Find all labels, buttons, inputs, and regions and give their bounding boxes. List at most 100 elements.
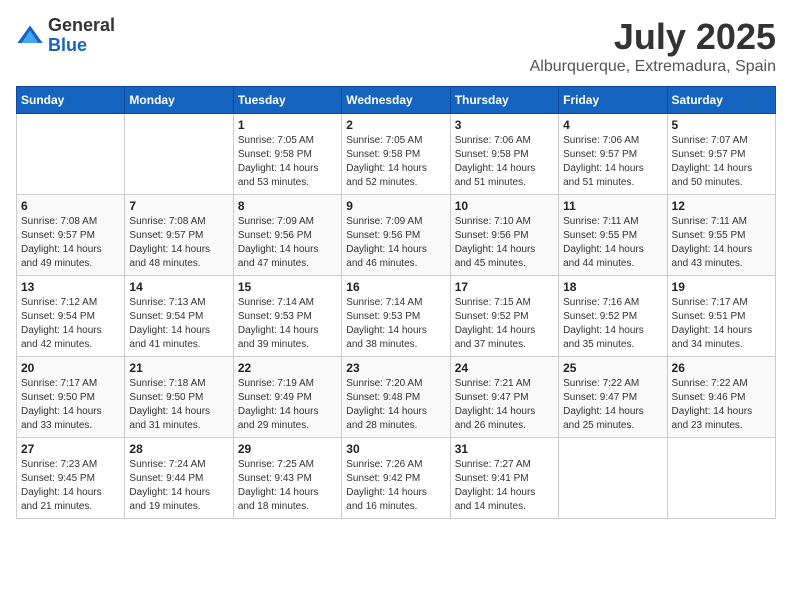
day-detail: Sunrise: 7:20 AM Sunset: 9:48 PM Dayligh… [346, 377, 445, 433]
day-number: 14 [129, 280, 228, 294]
day-number: 7 [129, 199, 228, 213]
calendar-cell [17, 114, 125, 195]
day-number: 27 [21, 442, 120, 456]
day-detail: Sunrise: 7:08 AM Sunset: 9:57 PM Dayligh… [129, 215, 228, 271]
calendar-header-saturday: Saturday [667, 87, 775, 114]
day-number: 12 [672, 199, 771, 213]
day-detail: Sunrise: 7:19 AM Sunset: 9:49 PM Dayligh… [238, 377, 337, 433]
day-detail: Sunrise: 7:08 AM Sunset: 9:57 PM Dayligh… [21, 215, 120, 271]
calendar-cell: 2 Sunrise: 7:05 AM Sunset: 9:58 PM Daylig… [342, 114, 450, 195]
day-number: 18 [563, 280, 662, 294]
day-number: 20 [21, 361, 120, 375]
calendar-cell: 8Sunrise: 7:09 AM Sunset: 9:56 PM Daylig… [233, 195, 341, 276]
calendar-cell: 20 Sunrise: 7:17 AM Sunset: 9:50 PM Dayli… [17, 357, 125, 438]
main-title: July 2025 [530, 16, 776, 58]
calendar-cell: 4 Sunrise: 7:06 AM Sunset: 9:57 PM Daylig… [559, 114, 667, 195]
calendar-cell: 21 Sunrise: 7:18 AM Sunset: 9:50 PM Dayli… [125, 357, 233, 438]
day-number: 21 [129, 361, 228, 375]
calendar-cell: 6 Sunrise: 7:08 AM Sunset: 9:57 PM Daylig… [17, 195, 125, 276]
day-detail: Sunrise: 7:25 AM Sunset: 9:43 PM Dayligh… [238, 458, 337, 514]
calendar-header-tuesday: Tuesday [233, 87, 341, 114]
day-number: 19 [672, 280, 771, 294]
logo-icon [16, 22, 44, 50]
day-number: 11 [563, 199, 662, 213]
day-detail: Sunrise: 7:06 AM Sunset: 9:58 PM Dayligh… [455, 134, 554, 190]
day-number: 3 [455, 118, 554, 132]
title-block: July 2025 Alburquerque, Extremadura, Spa… [530, 16, 776, 76]
day-number: 2 [346, 118, 445, 132]
day-detail: Sunrise: 7:17 AM Sunset: 9:50 PM Dayligh… [21, 377, 120, 433]
calendar-cell: 5Sunrise: 7:07 AM Sunset: 9:57 PM Daylig… [667, 114, 775, 195]
calendar-cell: 11 Sunrise: 7:11 AM Sunset: 9:55 PM Dayli… [559, 195, 667, 276]
calendar-cell: 15 Sunrise: 7:14 AM Sunset: 9:53 PM Dayli… [233, 276, 341, 357]
calendar-cell: 12 Sunrise: 7:11 AM Sunset: 9:55 PM Dayli… [667, 195, 775, 276]
day-number: 16 [346, 280, 445, 294]
day-number: 23 [346, 361, 445, 375]
day-detail: Sunrise: 7:10 AM Sunset: 9:56 PM Dayligh… [455, 215, 554, 271]
header: General Blue July 2025 Alburquerque, Ext… [16, 16, 776, 76]
calendar-cell: 1 Sunrise: 7:05 AM Sunset: 9:58 PM Daylig… [233, 114, 341, 195]
day-detail: Sunrise: 7:16 AM Sunset: 9:52 PM Dayligh… [563, 296, 662, 352]
day-detail: Sunrise: 7:12 AM Sunset: 9:54 PM Dayligh… [21, 296, 120, 352]
calendar-cell: 7 Sunrise: 7:08 AM Sunset: 9:57 PM Daylig… [125, 195, 233, 276]
calendar-week-3: 13 Sunrise: 7:12 AM Sunset: 9:54 PM Dayli… [17, 276, 776, 357]
day-detail: Sunrise: 7:11 AM Sunset: 9:55 PM Dayligh… [563, 215, 662, 271]
day-detail: Sunrise: 7:06 AM Sunset: 9:57 PM Dayligh… [563, 134, 662, 190]
calendar-cell: 13 Sunrise: 7:12 AM Sunset: 9:54 PM Dayli… [17, 276, 125, 357]
logo-text: General Blue [48, 16, 115, 56]
calendar-header-row: SundayMondayTuesdayWednesdayThursdayFrid… [17, 87, 776, 114]
calendar-cell [667, 438, 775, 519]
calendar-cell: 27 Sunrise: 7:23 AM Sunset: 9:45 PM Dayli… [17, 438, 125, 519]
day-detail: Sunrise: 7:11 AM Sunset: 9:55 PM Dayligh… [672, 215, 771, 271]
day-number: 13 [21, 280, 120, 294]
day-detail: Sunrise: 7:17 AM Sunset: 9:51 PM Dayligh… [672, 296, 771, 352]
day-number: 9 [346, 199, 445, 213]
calendar-cell: 18 Sunrise: 7:16 AM Sunset: 9:52 PM Dayli… [559, 276, 667, 357]
day-detail: Sunrise: 7:13 AM Sunset: 9:54 PM Dayligh… [129, 296, 228, 352]
day-detail: Sunrise: 7:22 AM Sunset: 9:47 PM Dayligh… [563, 377, 662, 433]
day-detail: Sunrise: 7:23 AM Sunset: 9:45 PM Dayligh… [21, 458, 120, 514]
day-number: 29 [238, 442, 337, 456]
day-number: 31 [455, 442, 554, 456]
calendar-cell: 31 Sunrise: 7:27 AM Sunset: 9:41 PM Dayli… [450, 438, 558, 519]
calendar-header-friday: Friday [559, 87, 667, 114]
day-detail: Sunrise: 7:18 AM Sunset: 9:50 PM Dayligh… [129, 377, 228, 433]
calendar-cell: 26Sunrise: 7:22 AM Sunset: 9:46 PM Dayli… [667, 357, 775, 438]
calendar-cell: 23 Sunrise: 7:20 AM Sunset: 9:48 PM Dayli… [342, 357, 450, 438]
day-detail: Sunrise: 7:14 AM Sunset: 9:53 PM Dayligh… [238, 296, 337, 352]
subtitle: Alburquerque, Extremadura, Spain [530, 58, 776, 76]
day-number: 1 [238, 118, 337, 132]
calendar-week-2: 6 Sunrise: 7:08 AM Sunset: 9:57 PM Daylig… [17, 195, 776, 276]
calendar-cell: 16 Sunrise: 7:14 AM Sunset: 9:53 PM Dayli… [342, 276, 450, 357]
day-detail: Sunrise: 7:14 AM Sunset: 9:53 PM Dayligh… [346, 296, 445, 352]
day-detail: Sunrise: 7:24 AM Sunset: 9:44 PM Dayligh… [129, 458, 228, 514]
calendar-header-monday: Monday [125, 87, 233, 114]
day-number: 17 [455, 280, 554, 294]
day-detail: Sunrise: 7:05 AM Sunset: 9:58 PM Dayligh… [346, 134, 445, 190]
calendar-header-wednesday: Wednesday [342, 87, 450, 114]
calendar-cell: 9 Sunrise: 7:09 AM Sunset: 9:56 PM Daylig… [342, 195, 450, 276]
calendar-cell: 30 Sunrise: 7:26 AM Sunset: 9:42 PM Dayli… [342, 438, 450, 519]
calendar-cell: 10Sunrise: 7:10 AM Sunset: 9:56 PM Dayli… [450, 195, 558, 276]
calendar-cell: 19 Sunrise: 7:17 AM Sunset: 9:51 PM Dayli… [667, 276, 775, 357]
day-detail: Sunrise: 7:15 AM Sunset: 9:52 PM Dayligh… [455, 296, 554, 352]
calendar-week-5: 27 Sunrise: 7:23 AM Sunset: 9:45 PM Dayli… [17, 438, 776, 519]
day-detail: Sunrise: 7:09 AM Sunset: 9:56 PM Dayligh… [346, 215, 445, 271]
day-number: 8 [238, 199, 337, 213]
calendar-table: SundayMondayTuesdayWednesdayThursdayFrid… [16, 86, 776, 519]
calendar-cell [125, 114, 233, 195]
calendar-cell [559, 438, 667, 519]
day-number: 28 [129, 442, 228, 456]
day-number: 6 [21, 199, 120, 213]
day-detail: Sunrise: 7:05 AM Sunset: 9:58 PM Dayligh… [238, 134, 337, 190]
calendar-week-1: 1 Sunrise: 7:05 AM Sunset: 9:58 PM Daylig… [17, 114, 776, 195]
day-number: 15 [238, 280, 337, 294]
day-number: 5 [672, 118, 771, 132]
day-detail: Sunrise: 7:26 AM Sunset: 9:42 PM Dayligh… [346, 458, 445, 514]
calendar-cell: 24Sunrise: 7:21 AM Sunset: 9:47 PM Dayli… [450, 357, 558, 438]
calendar-cell: 22Sunrise: 7:19 AM Sunset: 9:49 PM Dayli… [233, 357, 341, 438]
day-number: 4 [563, 118, 662, 132]
calendar-cell: 17 Sunrise: 7:15 AM Sunset: 9:52 PM Dayli… [450, 276, 558, 357]
day-number: 30 [346, 442, 445, 456]
day-detail: Sunrise: 7:27 AM Sunset: 9:41 PM Dayligh… [455, 458, 554, 514]
